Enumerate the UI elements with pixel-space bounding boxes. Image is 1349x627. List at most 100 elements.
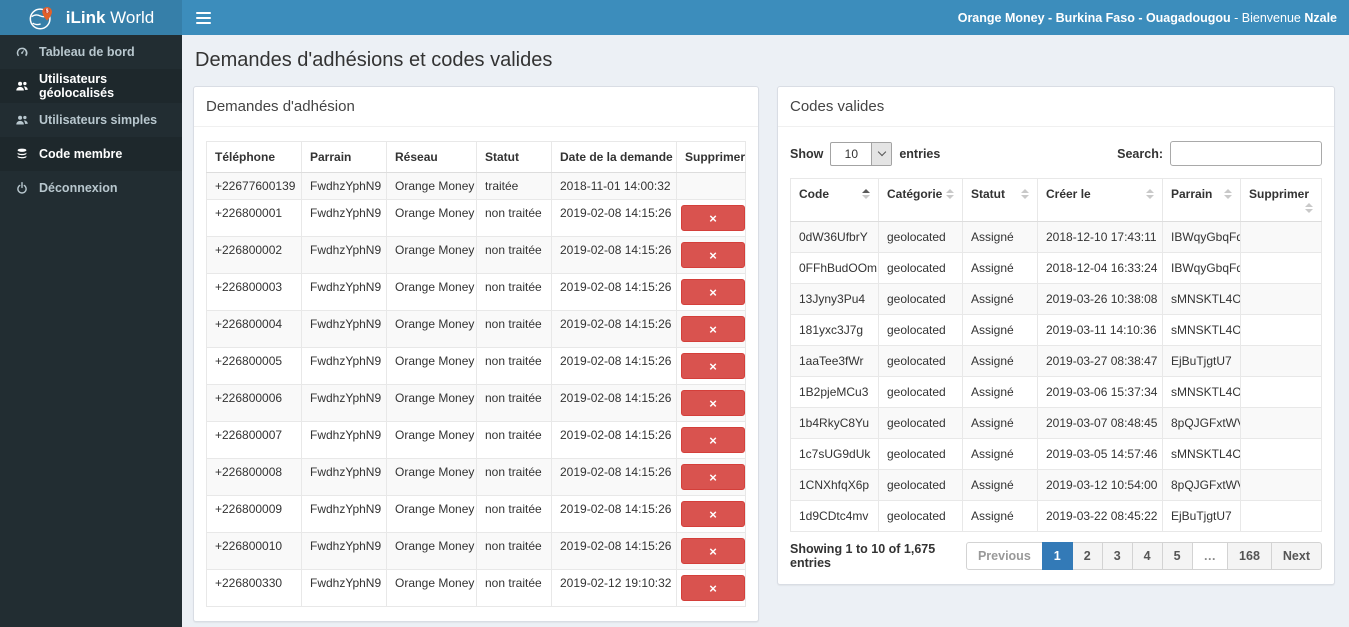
cell-supprimer: × xyxy=(676,532,746,570)
cell-supprimer xyxy=(1240,283,1322,315)
sidebar-item-deconnexion[interactable]: Déconnexion xyxy=(0,171,182,205)
cell-date: 2019-03-07 08:48:45 xyxy=(1037,407,1163,439)
brand-title: iLink World xyxy=(65,7,155,27)
cell-categorie: geolocated xyxy=(878,500,963,532)
cell-reseau: Orange Money xyxy=(386,236,477,274)
delete-button[interactable]: × xyxy=(681,279,745,305)
table-row: +226800001 FwdhzYphN9 Orange Money non t… xyxy=(206,199,746,237)
cell-code: 0FFhBudOOm xyxy=(790,252,879,284)
delete-button[interactable]: × xyxy=(681,575,745,601)
cell-parrain: IBWqyGbqFd xyxy=(1162,252,1241,284)
cell-parrain: sMNSKTL4OR xyxy=(1162,283,1241,315)
cell-parrain: FwdhzYphN9 xyxy=(301,495,387,533)
page-length-select[interactable]: 10 xyxy=(830,141,893,166)
sidebar-item-tableau-de-bord[interactable]: Tableau de bord xyxy=(0,35,182,69)
cell-supprimer xyxy=(1240,500,1322,532)
cell-supprimer: × xyxy=(676,199,746,237)
page-button[interactable]: 168 xyxy=(1227,542,1272,570)
column-header[interactable]: Catégorie xyxy=(878,178,963,222)
table-row: +226800010 FwdhzYphN9 Orange Money non t… xyxy=(206,532,746,570)
cell-code: 1aaTee3fWr xyxy=(790,345,879,377)
page-button[interactable]: 3 xyxy=(1101,542,1133,570)
page-button[interactable]: … xyxy=(1191,542,1229,570)
cell-supprimer xyxy=(1240,438,1322,470)
cell-telephone: +226800009 xyxy=(206,495,302,533)
cell-date: 2019-03-27 08:38:47 xyxy=(1037,345,1163,377)
cell-code: 1CNXhfqX6p xyxy=(790,469,879,501)
delete-button[interactable]: × xyxy=(681,501,745,527)
column-header[interactable]: Créer le xyxy=(1037,178,1163,222)
table-row: +226800003 FwdhzYphN9 Orange Money non t… xyxy=(206,273,746,311)
sidebar-toggle-button[interactable] xyxy=(182,0,224,35)
cell-parrain: FwdhzYphN9 xyxy=(301,172,387,200)
page-button[interactable]: Previous xyxy=(965,542,1043,570)
cell-statut: non traitée xyxy=(476,458,552,496)
users-icon xyxy=(16,81,28,91)
cell-statut: Assigné xyxy=(962,345,1038,377)
delete-button[interactable]: × xyxy=(681,538,745,564)
delete-button[interactable]: × xyxy=(681,353,745,379)
column-header[interactable]: Statut xyxy=(962,178,1038,222)
cell-statut: non traitée xyxy=(476,236,552,274)
cell-reseau: Orange Money xyxy=(386,199,477,237)
cell-code: 1d9CDtc4mv xyxy=(790,500,879,532)
page-button[interactable]: 5 xyxy=(1161,542,1193,570)
chevron-down-icon xyxy=(871,142,892,165)
table-row: +226800006 FwdhzYphN9 Orange Money non t… xyxy=(206,384,746,422)
sidebar-item-label: Tableau de bord xyxy=(39,45,135,59)
page-button[interactable]: Next xyxy=(1270,542,1322,570)
cell-statut: non traitée xyxy=(476,273,552,311)
cell-statut: non traitée xyxy=(476,421,552,459)
cell-supprimer xyxy=(1240,376,1322,408)
search-input[interactable] xyxy=(1170,141,1322,166)
cell-supprimer xyxy=(1240,314,1322,346)
cell-parrain: FwdhzYphN9 xyxy=(301,384,387,422)
table-row: +226800004 FwdhzYphN9 Orange Money non t… xyxy=(206,310,746,348)
delete-button[interactable]: × xyxy=(681,464,745,490)
delete-button[interactable]: × xyxy=(681,427,745,453)
cell-categorie: geolocated xyxy=(878,314,963,346)
cell-reseau: Orange Money xyxy=(386,532,477,570)
main-content: Demandes d'adhésions et codes valides De… xyxy=(182,35,1349,627)
cell-reseau: Orange Money xyxy=(386,347,477,385)
cell-parrain: IBWqyGbqFd xyxy=(1162,221,1241,253)
cell-statut: Assigné xyxy=(962,469,1038,501)
codes-panel: Codes valides Show 10 entries Search: Co… xyxy=(777,86,1335,585)
cell-supprimer xyxy=(1240,345,1322,377)
delete-button[interactable]: × xyxy=(681,316,745,342)
cell-reseau: Orange Money xyxy=(386,172,477,200)
column-header[interactable]: Code xyxy=(790,178,879,222)
cell-supprimer xyxy=(1240,252,1322,284)
cell-supprimer: × xyxy=(676,273,746,311)
cell-parrain: EjBuTjgtU7 xyxy=(1162,345,1241,377)
page-button[interactable]: 1 xyxy=(1041,542,1073,570)
cell-reseau: Orange Money xyxy=(386,273,477,311)
column-header: Téléphone xyxy=(206,141,302,173)
delete-button[interactable]: × xyxy=(681,390,745,416)
cell-date: 2018-11-01 14:00:32 xyxy=(551,172,677,200)
cell-statut: Assigné xyxy=(962,221,1038,253)
navbar-user-info: Orange Money - Burkina Faso - Ouagadougo… xyxy=(957,10,1337,25)
cell-categorie: geolocated xyxy=(878,376,963,408)
sidebar-item-utilisateurs-simples[interactable]: Utilisateurs simples xyxy=(0,103,182,137)
cell-telephone: +226800002 xyxy=(206,236,302,274)
cell-statut: non traitée xyxy=(476,569,552,607)
sidebar-item-code-membre[interactable]: Code membre xyxy=(0,137,182,171)
cell-categorie: geolocated xyxy=(878,283,963,315)
delete-button[interactable]: × xyxy=(681,205,745,231)
cell-statut: Assigné xyxy=(962,407,1038,439)
cell-code: 1b4RkyC8Yu xyxy=(790,407,879,439)
page-button[interactable]: 2 xyxy=(1071,542,1103,570)
sidebar-item-label: Code membre xyxy=(39,147,123,161)
svg-text:$: $ xyxy=(45,8,48,14)
cell-statut: non traitée xyxy=(476,384,552,422)
delete-button[interactable]: × xyxy=(681,242,745,268)
sort-icon xyxy=(1021,189,1029,199)
cell-date: 2019-03-11 14:10:36 xyxy=(1037,314,1163,346)
sidebar-item-utilisateurs-geolocalises[interactable]: Utilisateurs géolocalisés xyxy=(0,69,182,103)
cell-telephone: +226800330 xyxy=(206,569,302,607)
cell-date: 2019-02-08 14:15:26 xyxy=(551,384,677,422)
column-header[interactable]: Parrain xyxy=(1162,178,1241,222)
page-button[interactable]: 4 xyxy=(1131,542,1163,570)
column-header[interactable]: Supprimer xyxy=(1240,178,1322,222)
